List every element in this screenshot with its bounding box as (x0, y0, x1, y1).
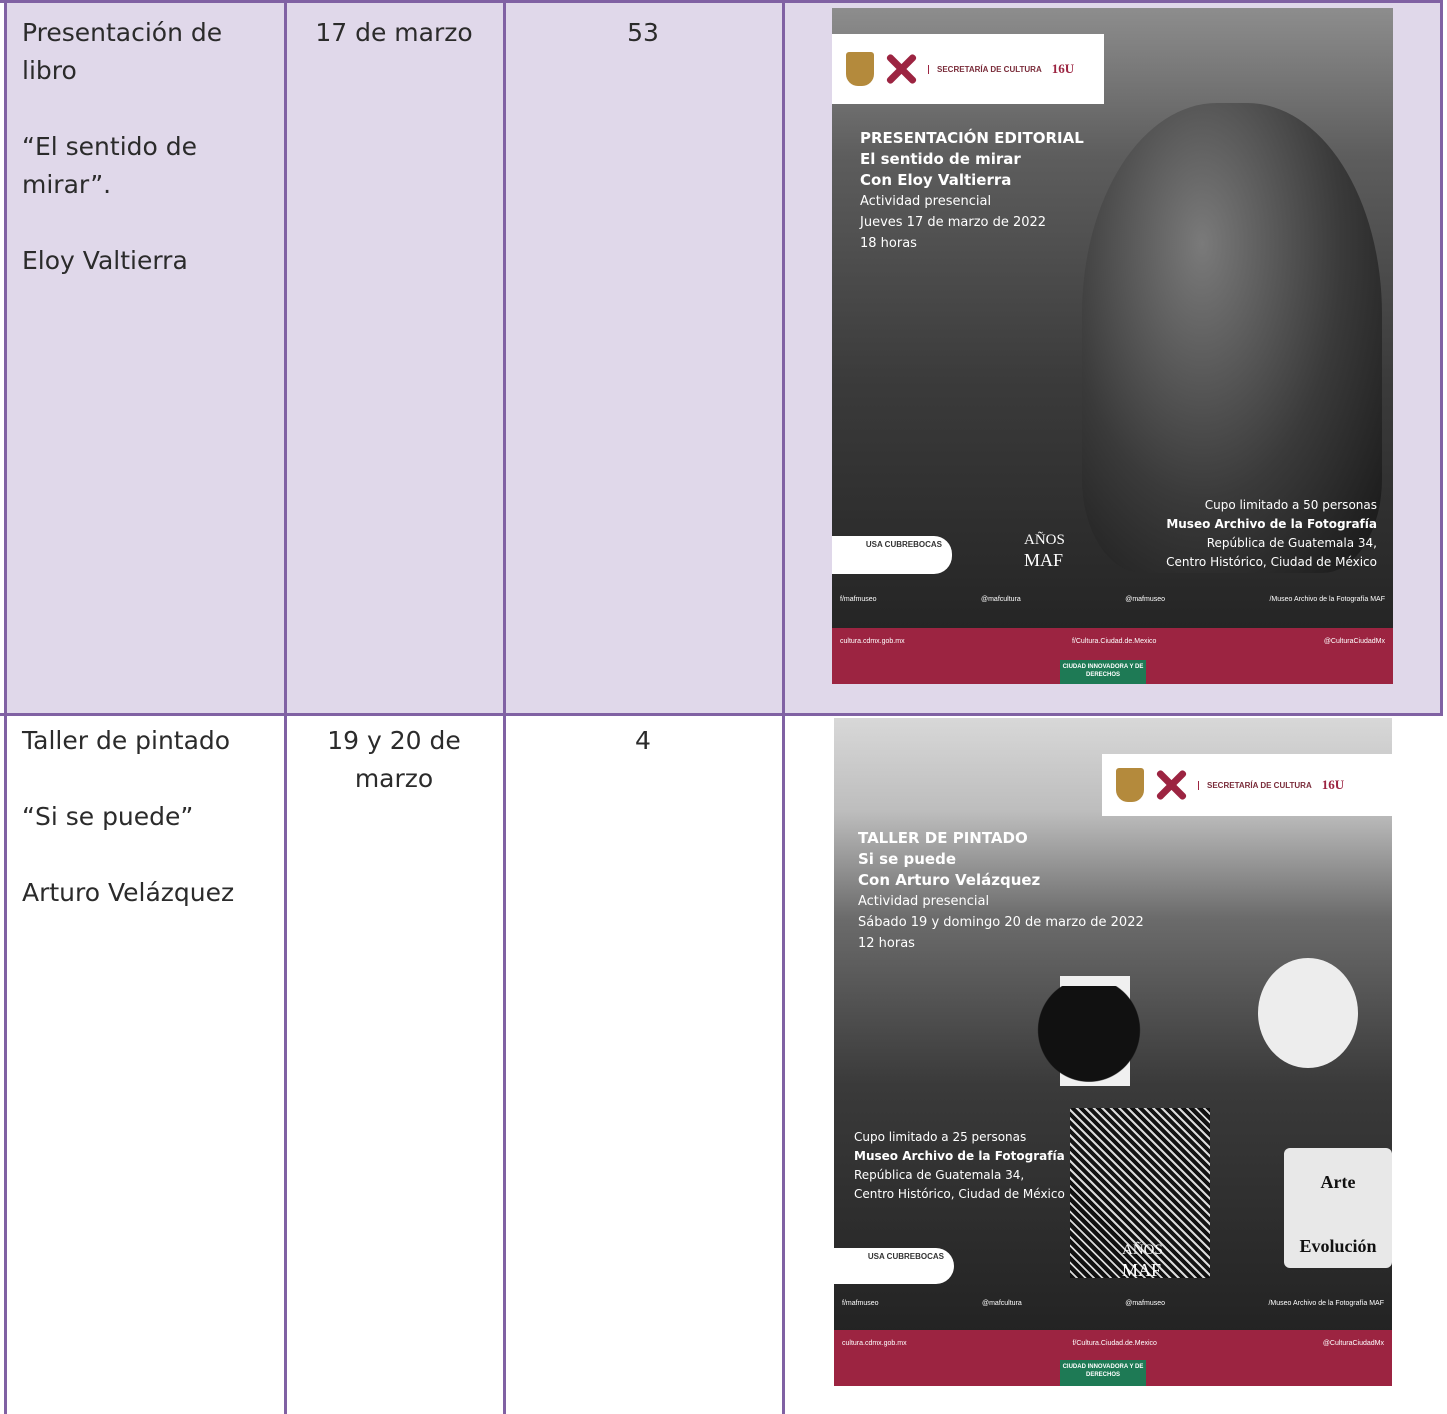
poster-address: República de Guatemala 34, (854, 1168, 1025, 1182)
anniversary-logo: AÑOS MAF (1024, 530, 1065, 570)
poster-capacity: Cupo limitado a 25 personas (854, 1130, 1027, 1144)
poster-address: Centro Histórico, Ciudad de México (854, 1187, 1065, 1201)
poster-social-links: f/mafmuseo @mafcultura @mafmuseo /Museo … (834, 1300, 1392, 1307)
column-divider (782, 0, 785, 1414)
cdmx-shield-icon (846, 52, 874, 86)
anniversary-logo-icon: 16U (1051, 61, 1075, 76)
social-link: @mafcultura (981, 596, 1021, 603)
anniversary-brand: MAF (1122, 1260, 1162, 1280)
poster-subtitle: Si se puede (858, 850, 956, 868)
secretaria-label: SECRETARÍA DE CULTURA (1198, 780, 1312, 790)
activity-title: “El sentido de mirar”. (22, 132, 197, 199)
poster-mode: Actividad presencial (858, 894, 990, 909)
activity-type: Taller de pintado (22, 726, 231, 755)
social-link: f/mafmuseo (840, 596, 877, 603)
social-link: @mafmuseo (1125, 596, 1166, 603)
social-link: f/mafmuseo (842, 1300, 879, 1307)
footer-link: f/Cultura.Ciudad.de.Mexico (1072, 1340, 1157, 1347)
poster-when: Jueves 17 de marzo de 2022 (860, 215, 1047, 230)
ciudad-badge: CIUDAD INNOVADORA Y DE DERECHOS (1060, 1360, 1146, 1386)
footer-link: f/Cultura.Ciudad.de.Mexico (1071, 638, 1157, 645)
anniversary-years-label: AÑOS (1024, 532, 1065, 548)
attendance-count: 4 (635, 726, 651, 755)
activity-date: 17 de marzo (315, 18, 473, 47)
activity-title: “Si se puede” (22, 802, 194, 831)
social-link: /Museo Archivo de la Fotografía MAF (1268, 1300, 1384, 1307)
poster-venue: Museo Archivo de la Fotografía (854, 1149, 1065, 1163)
poster-info: Cupo limitado a 50 personas Museo Archiv… (1107, 496, 1377, 572)
event-poster: SECRETARÍA DE CULTURA 16U TALLER DE PINT… (834, 718, 1392, 1386)
poster-capacity: Cupo limitado a 50 personas (1204, 498, 1377, 512)
footer-link: @CulturaCiudadMx (1323, 638, 1385, 645)
row-divider (0, 713, 1443, 716)
poster-info: Cupo limitado a 25 personas Museo Archiv… (854, 1128, 1094, 1204)
date-cell: 17 de marzo (288, 14, 500, 52)
poster-subtitle: El sentido de mirar (860, 150, 1021, 168)
poster-time: 18 horas (860, 236, 917, 251)
date-cell: 19 y 20 de marzo (288, 722, 500, 798)
cdmx-logo-icon (1154, 768, 1188, 802)
tree-painting (1024, 986, 1154, 1096)
cdmx-logo-icon (884, 52, 918, 86)
row-divider (0, 0, 1443, 3)
poster-heading: TALLER DE PINTADO Si se puede Con Arturo… (858, 828, 1198, 954)
column-divider (1440, 0, 1443, 716)
activity-date-line: marzo (354, 764, 434, 793)
cdmx-shield-icon (1116, 768, 1144, 802)
footer-link: cultura.cdmx.gob.mx (840, 638, 905, 645)
attendance-cell: 53 (507, 14, 779, 52)
activity-date-line: 19 y 20 de (327, 726, 461, 755)
mask-badge: USA CUBREBOCAS (834, 1248, 954, 1284)
ciudad-badge: CIUDAD INNOVADORA Y DE DERECHOS (1060, 660, 1146, 684)
poster-mode: Actividad presencial (860, 194, 992, 209)
bear-artwork (1258, 958, 1358, 1068)
poster-when: Sábado 19 y domingo 20 de marzo de 2022 (858, 915, 1144, 930)
social-link: @mafmuseo (1125, 1300, 1166, 1307)
attendance-cell: 4 (507, 722, 779, 760)
column-divider (284, 0, 287, 1414)
anniversary-logo: AÑOS MAF (1122, 1240, 1163, 1280)
activity-cell: Presentación de libro “El sentido de mir… (22, 14, 272, 280)
poster-with: Con Eloy Valtierra (860, 171, 1012, 189)
activity-cell: Taller de pintado “Si se puede” Arturo V… (22, 722, 277, 912)
anniversary-logo-icon: 16U (1321, 777, 1345, 792)
activity-author: Arturo Velázquez (22, 878, 235, 907)
anniversary-brand: MAF (1024, 550, 1064, 570)
poster-logo-bar: SECRETARÍA DE CULTURA 16U (832, 34, 1104, 104)
activities-table: Presentación de libro “El sentido de mir… (0, 0, 1447, 1414)
mask-badge: USA CUBREBOCAS (832, 536, 952, 574)
poster-title: TALLER DE PINTADO (858, 829, 1028, 847)
column-divider (4, 0, 7, 1414)
poster-heading: PRESENTACIÓN EDITORIAL El sentido de mir… (860, 128, 1120, 254)
poster-venue: Museo Archivo de la Fotografía (1166, 517, 1377, 531)
anniversary-years-label: AÑOS (1122, 1242, 1163, 1258)
social-link: /Museo Archivo de la Fotografía MAF (1269, 596, 1385, 603)
poster-social-links: f/mafmuseo @mafcultura @mafmuseo /Museo … (832, 596, 1393, 603)
poster-with: Con Arturo Velázquez (858, 871, 1041, 889)
activity-author: Eloy Valtierra (22, 246, 188, 275)
activity-type: Presentación de libro (22, 18, 223, 85)
footer-link: @CulturaCiudadMx (1322, 1340, 1384, 1347)
poster-address: Centro Histórico, Ciudad de México (1166, 555, 1377, 569)
poster-address: República de Guatemala 34, (1206, 536, 1377, 550)
secretaria-label: SECRETARÍA DE CULTURA (928, 64, 1042, 74)
column-divider (503, 0, 506, 1414)
event-poster: SECRETARÍA DE CULTURA 16U PRESENTACIÓN E… (832, 8, 1393, 684)
poster-title: PRESENTACIÓN EDITORIAL (860, 129, 1084, 147)
poster-logo-bar: SECRETARÍA DE CULTURA 16U (1102, 754, 1392, 816)
attendance-count: 53 (627, 18, 659, 47)
mug-text: Arte Evolución (1299, 1172, 1377, 1256)
poster-time: 12 horas (858, 936, 915, 951)
painted-mug: Arte Evolución (1284, 1148, 1392, 1268)
footer-link: cultura.cdmx.gob.mx (842, 1340, 907, 1347)
social-link: @mafcultura (982, 1300, 1022, 1307)
